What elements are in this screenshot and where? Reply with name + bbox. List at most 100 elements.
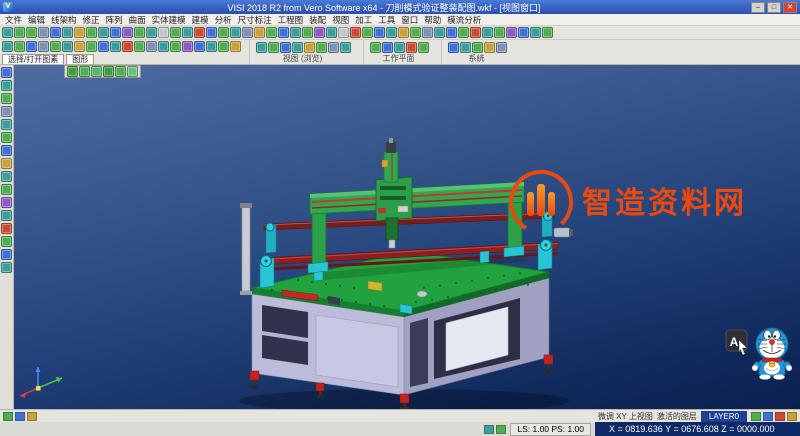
toolbar-icon[interactable] xyxy=(1,80,12,91)
toolbar-icon[interactable] xyxy=(194,41,205,52)
toolbar-icon[interactable] xyxy=(374,27,385,38)
toolbar-icon[interactable] xyxy=(38,27,49,38)
status-icon[interactable] xyxy=(27,412,37,421)
toolbar-icon[interactable] xyxy=(230,27,241,38)
toolbar-icon[interactable] xyxy=(470,27,481,38)
window-control-button[interactable]: ✕ xyxy=(783,2,797,13)
toolbar-icon[interactable] xyxy=(91,66,102,77)
toolbar-icon[interactable] xyxy=(316,42,327,53)
toolbar-icon[interactable] xyxy=(290,27,301,38)
menu-item[interactable]: 工具 xyxy=(375,14,398,26)
toolbar-icon[interactable] xyxy=(170,41,181,52)
toolbar-icon[interactable] xyxy=(26,27,37,38)
toolbar-icon[interactable] xyxy=(158,41,169,52)
toolbar-icon[interactable] xyxy=(362,27,373,38)
toolbar-icon[interactable] xyxy=(278,27,289,38)
toolbar-icon[interactable] xyxy=(26,41,37,52)
toolbar-icon[interactable] xyxy=(482,27,493,38)
toolbar-icon[interactable] xyxy=(98,27,109,38)
toolbar-icon[interactable] xyxy=(1,184,12,195)
menu-item[interactable]: 分析 xyxy=(212,14,235,26)
toolbar-icon[interactable] xyxy=(14,41,25,52)
menu-item[interactable]: 工程图 xyxy=(275,14,307,26)
toolbar-icon[interactable] xyxy=(14,27,25,38)
toolbar-icon[interactable] xyxy=(1,132,12,143)
toolbar-icon[interactable] xyxy=(1,93,12,104)
menu-item[interactable]: 加工 xyxy=(352,14,375,26)
toolbar-icon[interactable] xyxy=(170,27,181,38)
toolbar-icon[interactable] xyxy=(74,27,85,38)
toolbar-icon[interactable] xyxy=(127,66,138,77)
toolbar-icon[interactable] xyxy=(134,41,145,52)
menu-item[interactable]: 模流分析 xyxy=(444,14,484,26)
toolbar-icon[interactable] xyxy=(79,66,90,77)
toolbar-icon[interactable] xyxy=(122,41,133,52)
toolbar-icon[interactable] xyxy=(158,27,169,38)
toolbar-icon[interactable] xyxy=(484,42,495,53)
toolbar-icon[interactable] xyxy=(230,41,241,52)
toolbar-icon[interactable] xyxy=(254,27,265,38)
toolbar-icon[interactable] xyxy=(194,27,205,38)
toolbar-icon[interactable] xyxy=(448,42,459,53)
toolbar-icon[interactable] xyxy=(2,27,13,38)
toolbar-icon[interactable] xyxy=(350,27,361,38)
toolbar-icon[interactable] xyxy=(302,27,313,38)
toolbar-icon[interactable] xyxy=(370,42,381,53)
toolbar-icon[interactable] xyxy=(266,27,277,38)
3d-canvas[interactable]: 智造资料网 A xyxy=(14,65,800,409)
toolbar-icon[interactable] xyxy=(1,145,12,156)
toolbar-icon[interactable] xyxy=(304,42,315,53)
toolbar-icon[interactable] xyxy=(386,27,397,38)
panel-tab[interactable]: 选择/打开图素 xyxy=(2,54,64,64)
toolbar-icon[interactable] xyxy=(446,27,457,38)
toolbar-icon[interactable] xyxy=(146,41,157,52)
toolbar-icon[interactable] xyxy=(394,42,405,53)
toolbar-icon[interactable] xyxy=(422,27,433,38)
toolbar-icon[interactable] xyxy=(1,210,12,221)
toolbar-icon[interactable] xyxy=(98,41,109,52)
status-icon[interactable] xyxy=(496,425,506,434)
menu-item[interactable]: 阵列 xyxy=(103,14,126,26)
menu-item[interactable]: 线架构 xyxy=(48,14,80,26)
toolbar-icon[interactable] xyxy=(122,27,133,38)
toolbar-icon[interactable] xyxy=(86,27,97,38)
menu-item[interactable]: 文件 xyxy=(2,14,25,26)
toolbar-icon[interactable] xyxy=(506,27,517,38)
toolbar-icon[interactable] xyxy=(1,119,12,130)
toolbar-icon[interactable] xyxy=(1,223,12,234)
toolbar-icon[interactable] xyxy=(314,27,325,38)
toolbar-icon[interactable] xyxy=(115,66,126,77)
toolbar-icon[interactable] xyxy=(382,42,393,53)
menu-item[interactable]: 编辑 xyxy=(25,14,48,26)
window-control-button[interactable]: – xyxy=(751,2,765,13)
toolbar-icon[interactable] xyxy=(406,42,417,53)
menu-item[interactable]: 帮助 xyxy=(421,14,444,26)
window-control-button[interactable]: □ xyxy=(767,2,781,13)
toolbar-icon[interactable] xyxy=(1,171,12,182)
toolbar-icon[interactable] xyxy=(110,27,121,38)
toolbar-icon[interactable] xyxy=(326,27,337,38)
status-icon[interactable] xyxy=(763,412,773,421)
viewport[interactable]: 智造资料网 A xyxy=(14,65,800,409)
menu-item[interactable]: 视图 xyxy=(329,14,352,26)
menu-item[interactable]: 尺寸标注 xyxy=(235,14,275,26)
menu-item[interactable]: 曲面 xyxy=(126,14,149,26)
toolbar-icon[interactable] xyxy=(398,27,409,38)
menu-item[interactable]: 窗口 xyxy=(398,14,421,26)
toolbar-icon[interactable] xyxy=(182,27,193,38)
toolbar-icon[interactable] xyxy=(292,42,303,53)
toolbar-icon[interactable] xyxy=(1,249,12,260)
toolbar-icon[interactable] xyxy=(110,41,121,52)
active-layer-value[interactable]: LAYER0 xyxy=(701,411,747,422)
toolbar-icon[interactable] xyxy=(1,106,12,117)
toolbar-icon[interactable] xyxy=(340,42,351,53)
toolbar-icon[interactable] xyxy=(1,197,12,208)
toolbar-icon[interactable] xyxy=(458,27,469,38)
toolbar-icon[interactable] xyxy=(62,27,73,38)
status-icon[interactable] xyxy=(787,412,797,421)
toolbar-icon[interactable] xyxy=(1,158,12,169)
toolbar-icon[interactable] xyxy=(418,42,429,53)
panel-tab[interactable]: 图形 xyxy=(66,54,94,64)
toolbar-icon[interactable] xyxy=(242,27,253,38)
toolbar-icon[interactable] xyxy=(494,27,505,38)
